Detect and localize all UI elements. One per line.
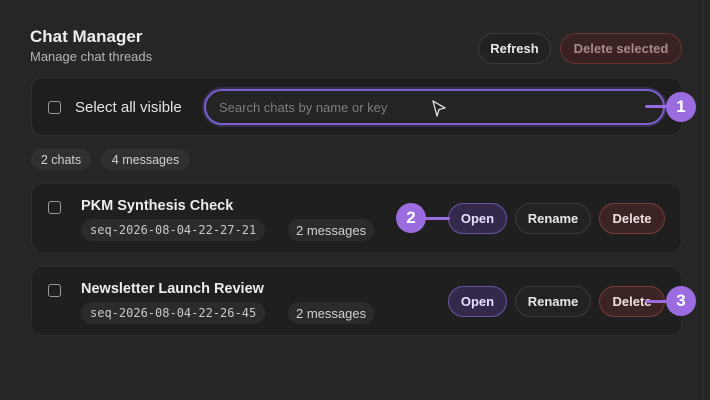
delete-chat-button[interactable]: Delete [599, 203, 665, 234]
delete-selected-button[interactable]: Delete selected [560, 33, 682, 64]
chat-count-badge: 2 chats [31, 149, 91, 170]
select-all-label: Select all visible [75, 99, 182, 116]
callout-badge-1: 1 [666, 92, 696, 122]
callout-badge-2: 2 [396, 203, 426, 233]
chat-key: seq-2026-08-04-22-26-45 [81, 302, 266, 324]
chat-name: PKM Synthesis Check [81, 198, 234, 214]
page-subtitle: Manage chat threads [30, 49, 153, 64]
callout-badge-3: 3 [666, 286, 696, 316]
open-chat-button[interactable]: Open [448, 286, 507, 317]
rename-chat-button[interactable]: Rename [515, 286, 591, 317]
rename-chat-button[interactable]: Rename [515, 203, 591, 234]
callout-line [645, 105, 667, 108]
select-all-checkbox[interactable] [48, 101, 61, 114]
refresh-button[interactable]: Refresh [478, 33, 551, 64]
chat-row-checkbox[interactable] [48, 284, 61, 297]
chat-message-count: 2 messages [288, 219, 375, 241]
message-count-badge: 4 messages [101, 149, 190, 170]
open-chat-button[interactable]: Open [448, 203, 507, 234]
chat-name: Newsletter Launch Review [81, 281, 264, 297]
chat-row-checkbox[interactable] [48, 201, 61, 214]
callout-line [424, 217, 450, 220]
mouse-cursor-icon [432, 100, 446, 117]
chat-key: seq-2026-08-04-22-27-21 [81, 219, 266, 241]
chat-message-count: 2 messages [288, 302, 375, 324]
callout-line [645, 300, 667, 303]
chat-manager-panel: Chat Manager Manage chat threads Refresh… [0, 0, 704, 400]
page-title: Chat Manager [30, 27, 143, 46]
